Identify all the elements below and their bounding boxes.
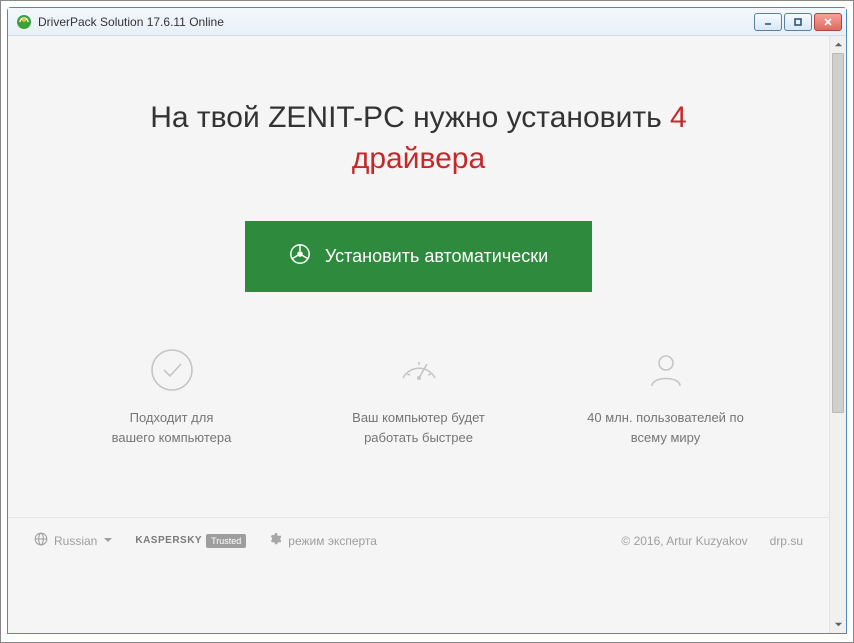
window-title: DriverPack Solution 17.6.11 Online <box>38 15 754 29</box>
user-icon <box>644 348 688 392</box>
scrollbar-thumb[interactable] <box>832 53 844 413</box>
feature-users: 40 млн. пользователей по всему миру <box>542 348 789 447</box>
install-auto-button[interactable]: Установить автоматически <box>245 221 592 292</box>
feature-line: работать быстрее <box>364 428 473 448</box>
site-link[interactable]: drp.su <box>770 534 803 548</box>
kaspersky-brand: KASPERSKY <box>135 535 202 546</box>
headline-word: драйвера <box>352 142 485 175</box>
feature-faster: Ваш компьютер будет работать быстрее <box>295 348 542 447</box>
headline-middle: нужно установить <box>405 101 670 134</box>
close-button[interactable] <box>814 13 842 31</box>
feature-suitable: Подходит для вашего компьютера <box>48 348 295 447</box>
feature-line: всему миру <box>631 428 700 448</box>
gear-icon <box>268 532 282 549</box>
content: На твой ZENIT-PC нужно установить 4 драй… <box>8 36 829 633</box>
headline-prefix: На твой <box>150 101 268 134</box>
headline: На твой ZENIT-PC нужно установить 4 драй… <box>38 98 799 179</box>
headline-pcname: ZENIT-PC <box>268 101 405 134</box>
bottom-gap <box>1 634 853 642</box>
maximize-button[interactable] <box>784 13 812 31</box>
steering-wheel-icon <box>289 243 311 270</box>
expert-mode-label: режим эксперта <box>288 534 377 548</box>
check-circle-icon <box>150 348 194 392</box>
install-auto-label: Установить автоматически <box>325 246 548 267</box>
features-row: Подходит для вашего компьютера <box>8 348 829 517</box>
outer-frame: DriverPack Solution 17.6.11 Online На тв… <box>0 0 854 643</box>
copyright: © 2016, Artur Kuzyakov <box>621 534 747 548</box>
globe-icon <box>34 532 48 549</box>
chevron-down-icon <box>103 534 113 548</box>
kaspersky-trusted: KASPERSKY Trusted <box>135 534 246 548</box>
minimize-button[interactable] <box>754 13 782 31</box>
hero: На твой ZENIT-PC нужно установить 4 драй… <box>8 36 829 209</box>
feature-line: вашего компьютера <box>112 428 232 448</box>
feature-line: Подходит для <box>130 408 214 428</box>
app-icon <box>16 14 32 30</box>
gauge-icon <box>397 348 441 392</box>
feature-line: 40 млн. пользователей по <box>587 408 744 428</box>
titlebar: DriverPack Solution 17.6.11 Online <box>8 8 846 36</box>
language-label: Russian <box>54 534 97 548</box>
headline-count: 4 <box>670 101 687 134</box>
scroll-up-arrow[interactable] <box>830 36 846 53</box>
feature-line: Ваш компьютер будет <box>352 408 485 428</box>
cta-wrap: Установить автоматически <box>8 209 829 348</box>
vertical-scrollbar[interactable] <box>829 36 846 633</box>
language-selector[interactable]: Russian <box>34 532 113 549</box>
window-chrome: DriverPack Solution 17.6.11 Online На тв… <box>7 7 847 634</box>
scroll-down-arrow[interactable] <box>830 616 846 633</box>
footer: Russian KASPERSKY Trusted <box>8 517 829 563</box>
client-area: На твой ZENIT-PC нужно установить 4 драй… <box>8 36 846 633</box>
window-controls <box>754 13 842 31</box>
trusted-badge: Trusted <box>206 534 246 548</box>
expert-mode-link[interactable]: режим эксперта <box>268 532 377 549</box>
